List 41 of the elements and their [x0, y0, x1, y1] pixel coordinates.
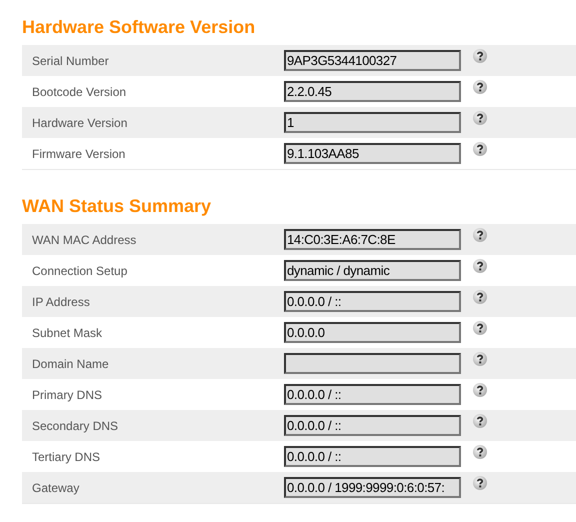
- read-only-field[interactable]: 1: [284, 112, 461, 133]
- help-icon[interactable]: [473, 258, 487, 272]
- help-icon[interactable]: [473, 290, 487, 304]
- help-icon[interactable]: [473, 476, 487, 490]
- help-icon[interactable]: [473, 382, 487, 396]
- field-label: Firmware Version: [31, 146, 126, 160]
- read-only-field[interactable]: [284, 353, 461, 374]
- field-label: IP Address: [31, 294, 91, 308]
- help-icon[interactable]: [473, 414, 487, 428]
- field-label: Domain Name: [31, 356, 110, 370]
- field-label: Serial Number: [31, 54, 110, 68]
- read-only-field[interactable]: 0.0.0.0 / ::: [284, 384, 461, 405]
- read-only-field[interactable]: 9AP3G5344100327: [284, 50, 461, 71]
- field-label: Connection Setup: [31, 264, 128, 278]
- read-only-field[interactable]: 14:C0:3E:A6:7C:8E: [284, 229, 461, 250]
- help-icon[interactable]: [473, 320, 487, 334]
- read-only-field[interactable]: 0.0.0.0 / ::: [284, 291, 461, 312]
- read-only-field[interactable]: 0.0.0.0 / 1999:9999:0:6:0:57:: [284, 477, 461, 498]
- help-icon[interactable]: [473, 80, 487, 94]
- help-icon[interactable]: [473, 142, 487, 156]
- help-icon[interactable]: [473, 110, 487, 124]
- field-label: WAN MAC Address: [31, 232, 138, 246]
- help-icon[interactable]: [473, 228, 487, 242]
- read-only-field[interactable]: 0.0.0.0 / ::: [284, 446, 461, 467]
- help-icon[interactable]: [473, 352, 487, 366]
- field-label: Tertiary DNS: [31, 450, 102, 464]
- read-only-field[interactable]: 0.0.0.0: [284, 322, 461, 343]
- section-title: Hardware Software Version: [22, 16, 256, 39]
- read-only-field[interactable]: dynamic / dynamic: [284, 260, 461, 281]
- field-label: Bootcode Version: [31, 84, 128, 98]
- read-only-field[interactable]: 2.2.0.45: [284, 81, 461, 102]
- read-only-field[interactable]: 0.0.0.0 / ::: [284, 415, 461, 436]
- field-label: Gateway: [31, 480, 80, 494]
- help-icon[interactable]: [473, 48, 487, 62]
- section-title: WAN Status Summary: [22, 195, 212, 218]
- help-icon[interactable]: [473, 444, 487, 458]
- read-only-field[interactable]: 9.1.103AA85: [284, 143, 461, 164]
- field-label: Primary DNS: [31, 388, 104, 402]
- field-label: Secondary DNS: [31, 418, 120, 432]
- field-label: Subnet Mask: [31, 326, 104, 340]
- field-label: Hardware Version: [31, 116, 128, 130]
